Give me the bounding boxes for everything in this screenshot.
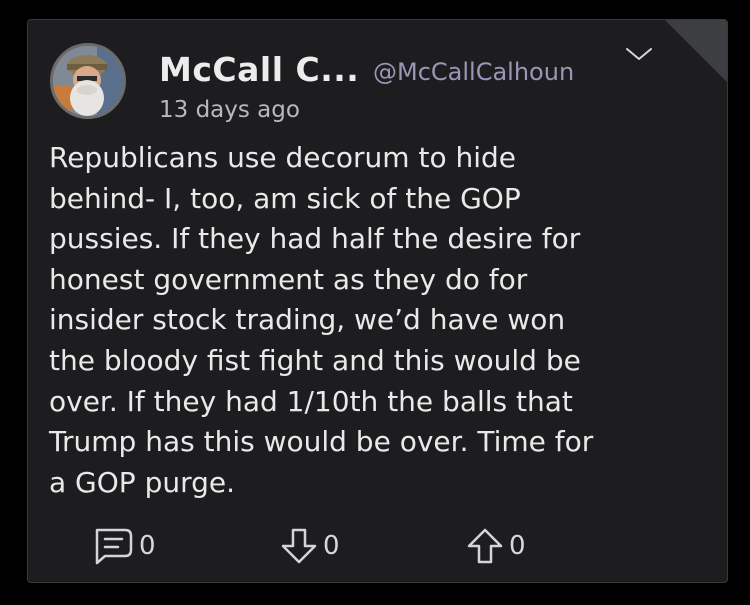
comment-icon xyxy=(95,528,133,565)
downvote-count: 0 xyxy=(323,531,340,561)
upvote-count: 0 xyxy=(509,531,526,561)
author-name[interactable]: McCall C... xyxy=(159,50,359,89)
downvote-button[interactable]: 0 xyxy=(279,526,340,566)
comment-button[interactable]: 0 xyxy=(91,526,156,566)
arrow-down-icon xyxy=(281,528,317,564)
corner-fold xyxy=(664,20,727,83)
chevron-down-icon xyxy=(626,48,652,60)
upvote-button[interactable]: 0 xyxy=(465,526,526,566)
arrow-up-icon xyxy=(467,528,503,564)
post-menu-button[interactable] xyxy=(624,44,654,64)
post-card: McCall C... @McCallCalhoun 13 days ago R… xyxy=(27,19,728,583)
avatar-image xyxy=(53,46,123,116)
comment-count: 0 xyxy=(139,531,156,561)
avatar[interactable] xyxy=(50,43,126,119)
post-body: Republicans use decorum to hide behind- … xyxy=(49,141,594,499)
author-handle[interactable]: @McCallCalhoun xyxy=(373,58,574,86)
post-timestamp: 13 days ago xyxy=(159,97,300,123)
